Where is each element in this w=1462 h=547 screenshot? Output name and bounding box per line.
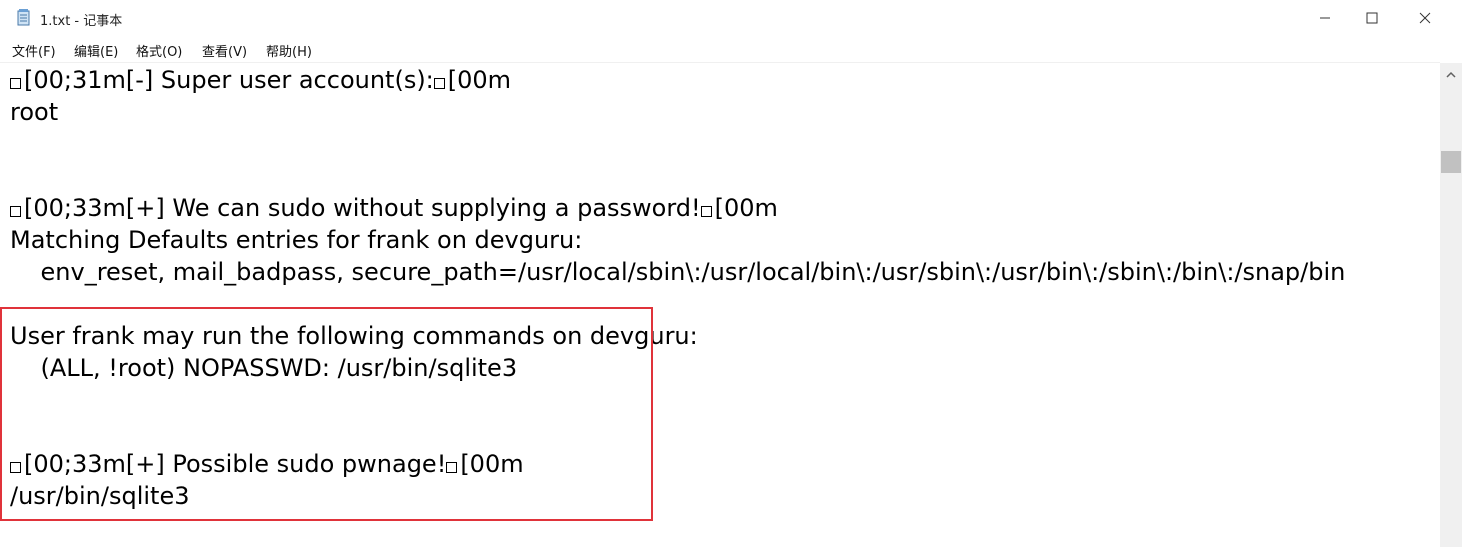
editor-line: Matching Defaults entries for frank on d… bbox=[10, 226, 583, 254]
scroll-thumb[interactable] bbox=[1441, 151, 1461, 173]
scroll-up-button[interactable] bbox=[1440, 63, 1462, 83]
maximize-icon bbox=[1366, 12, 1378, 24]
close-icon bbox=[1419, 12, 1431, 24]
editor-line: [00;33m[+] We can sudo without supplying… bbox=[10, 192, 778, 224]
menu-format[interactable]: 格式(O) bbox=[136, 41, 182, 60]
editor-line: root bbox=[10, 98, 59, 126]
minimize-button[interactable] bbox=[1302, 0, 1348, 36]
menu-bar: 文件(F) 编辑(E) 格式(O) 查看(V) 帮助(H) bbox=[0, 36, 1462, 60]
notepad-icon bbox=[16, 9, 32, 27]
editor-line: env_reset, mail_badpass, secure_path=/us… bbox=[10, 258, 1346, 286]
escape-char-box bbox=[433, 78, 445, 89]
chevron-up-icon bbox=[1446, 64, 1456, 83]
menu-edit[interactable]: 编辑(E) bbox=[74, 41, 118, 60]
menu-view[interactable]: 查看(V) bbox=[202, 41, 247, 60]
vertical-scrollbar[interactable] bbox=[1440, 63, 1462, 547]
title-bar: 1.txt - 记事本 bbox=[0, 0, 1462, 36]
menu-file[interactable]: 文件(F) bbox=[12, 41, 56, 60]
menu-help[interactable]: 帮助(H) bbox=[266, 41, 312, 60]
maximize-button[interactable] bbox=[1349, 0, 1395, 36]
editor-line: [00;31m[-] Super user account(s): [00m bbox=[10, 64, 511, 96]
minimize-icon bbox=[1319, 12, 1331, 24]
close-button[interactable] bbox=[1402, 0, 1448, 36]
highlight-box bbox=[0, 307, 653, 521]
escape-char-box bbox=[10, 206, 21, 217]
escape-char-box bbox=[700, 206, 712, 217]
escape-char-box bbox=[10, 78, 21, 89]
window-title: 1.txt - 记事本 bbox=[40, 14, 123, 29]
